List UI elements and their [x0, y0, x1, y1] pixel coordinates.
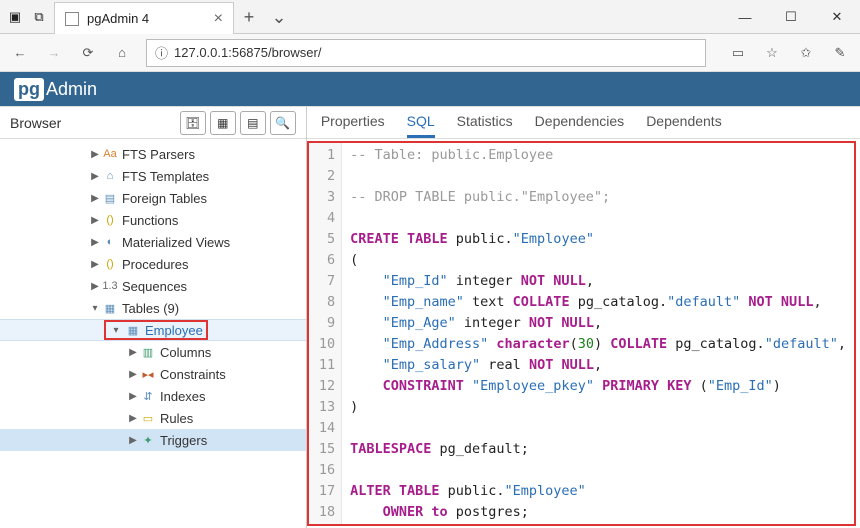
tree-node[interactable]: ▶⇵Indexes — [0, 385, 306, 407]
tab-properties[interactable]: Properties — [321, 107, 385, 138]
tree-node[interactable]: ▶✦Triggers — [0, 429, 306, 451]
tree-node[interactable]: ▶()Functions — [0, 209, 306, 231]
tab-title: pgAdmin 4 — [87, 11, 149, 26]
pgadmin-logo-pg: pg — [14, 78, 44, 101]
favorites-bar-icon[interactable]: ✩ — [796, 43, 816, 63]
window-titlebar: ▣ ⧉ pgAdmin 4 × + ⌄ — ☐ ✕ — [0, 0, 860, 34]
tab-statistics[interactable]: Statistics — [457, 107, 513, 138]
home-button[interactable]: ⌂ — [112, 43, 132, 63]
tree-node[interactable]: ▶▤Foreign Tables — [0, 187, 306, 209]
pgadmin-logo-text: Admin — [46, 79, 97, 100]
browser-title: Browser — [10, 115, 61, 131]
tree-node[interactable]: ▶()Procedures — [0, 253, 306, 275]
back-button[interactable]: ← — [10, 43, 30, 63]
browser-panel-header: Browser 🗄 ▦ ▤ 🔍 — [0, 107, 306, 139]
search-icon-button[interactable]: 🔍 — [270, 111, 296, 135]
db-icon-button[interactable]: 🗄 — [180, 111, 206, 135]
close-window-button[interactable]: ✕ — [814, 0, 860, 34]
grid-icon-button[interactable]: ▦ — [210, 111, 236, 135]
tree-node[interactable]: ▶▸◂Constraints — [0, 363, 306, 385]
app-icon: ▣ — [6, 8, 24, 26]
tab-dependents[interactable]: Dependents — [646, 107, 722, 138]
new-tab-button[interactable]: + — [234, 1, 264, 33]
main-area: Browser 🗄 ▦ ▤ 🔍 ▶AaFTS Parsers▶⌂FTS Temp… — [0, 106, 860, 528]
tree-node[interactable]: ▾▦Tables (9) — [0, 297, 306, 319]
forward-button[interactable]: → — [44, 43, 64, 63]
tree-node[interactable]: ▶▭Rules — [0, 407, 306, 429]
tab-favicon — [65, 12, 79, 26]
line-gutter: 123456789101112131415161718 — [309, 143, 342, 524]
pgadmin-header: pgAdmin — [0, 72, 860, 106]
app-icon-2: ⧉ — [30, 8, 48, 26]
tree-node[interactable]: ▶AaFTS Parsers — [0, 143, 306, 165]
tab-sql[interactable]: SQL — [407, 107, 435, 138]
minimize-button[interactable]: — — [722, 0, 768, 34]
tree-node[interactable]: ▶⌂FTS Templates — [0, 165, 306, 187]
url-input[interactable] — [174, 45, 697, 60]
site-info-icon[interactable]: ⓘ — [155, 43, 168, 62]
address-bar[interactable]: ⓘ — [146, 39, 706, 67]
tree-node[interactable]: ▶◐Materialized Views — [0, 231, 306, 253]
tree-node[interactable]: ▾▦Employee — [0, 319, 306, 341]
browser-panel: Browser 🗄 ▦ ▤ 🔍 ▶AaFTS Parsers▶⌂FTS Temp… — [0, 107, 307, 528]
tab-overflow-button[interactable]: ⌄ — [264, 1, 294, 33]
close-icon[interactable]: × — [214, 10, 223, 28]
table-icon-button[interactable]: ▤ — [240, 111, 266, 135]
browser-toolbar: ← → ⟳ ⌂ ⓘ ▭ ☆ ✩ ✎ — [0, 34, 860, 72]
favorite-icon[interactable]: ☆ — [762, 43, 782, 63]
reader-icon[interactable]: ▭ — [728, 43, 748, 63]
object-tree[interactable]: ▶AaFTS Parsers▶⌂FTS Templates▶▤Foreign T… — [0, 139, 306, 528]
maximize-button[interactable]: ☐ — [768, 0, 814, 34]
sql-editor[interactable]: 123456789101112131415161718 -- Table: pu… — [307, 141, 856, 526]
tree-node[interactable]: ▶▥Columns — [0, 341, 306, 363]
content-tabs: Properties SQL Statistics Dependencies Depen… — [307, 107, 860, 139]
sql-code: -- Table: public.Employee -- DROP TABLE … — [342, 143, 854, 524]
refresh-button[interactable]: ⟳ — [78, 43, 98, 63]
tab-dependencies[interactable]: Dependencies — [535, 107, 625, 138]
tree-node[interactable]: ▶1.3Sequences — [0, 275, 306, 297]
notes-icon[interactable]: ✎ — [830, 43, 850, 63]
content-panel: Properties SQL Statistics Dependencies Depen… — [307, 107, 860, 528]
browser-tab[interactable]: pgAdmin 4 × — [54, 2, 234, 34]
